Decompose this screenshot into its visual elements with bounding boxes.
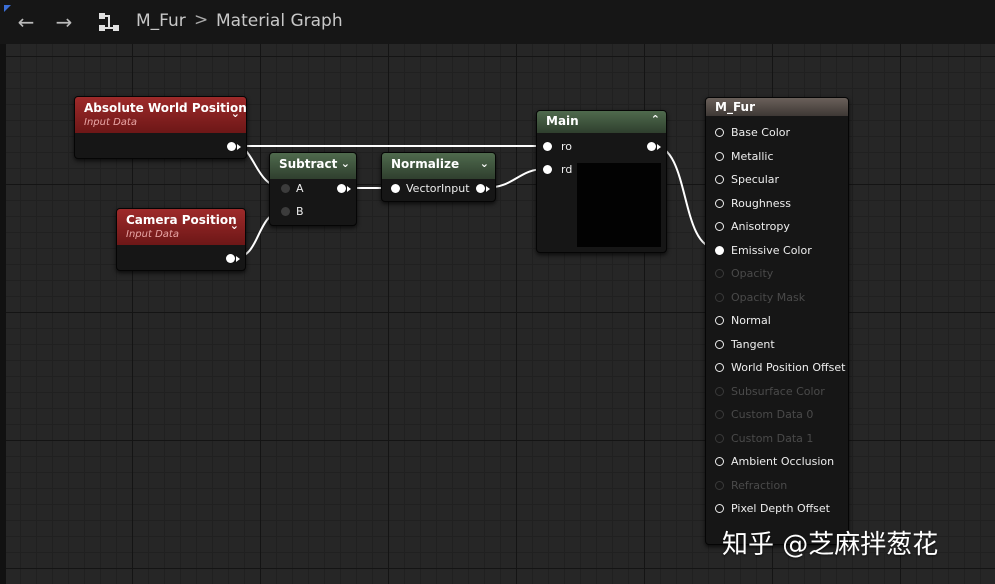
result-pin-label: Emissive Color xyxy=(731,243,812,257)
input-pin-ro[interactable] xyxy=(543,142,552,151)
result-input-pin[interactable] xyxy=(715,198,724,208)
pin-label-a: A xyxy=(296,182,304,195)
node-title: Main xyxy=(546,114,579,128)
node-header: Subtract ⌄ xyxy=(270,153,356,179)
result-pin-label: Tangent xyxy=(731,337,775,351)
node-subtitle: Input Data xyxy=(84,117,137,128)
result-pin-label: Base Color xyxy=(731,126,791,139)
node-main[interactable]: Main ⌃ ro rd xyxy=(536,110,667,253)
result-input-pin[interactable] xyxy=(715,363,724,372)
node-header: M_Fur xyxy=(706,98,848,116)
input-pin-b[interactable] xyxy=(281,207,290,216)
result-input-pin[interactable] xyxy=(715,269,724,278)
input-pin-rd[interactable] xyxy=(543,165,552,174)
result-input-pin[interactable] xyxy=(715,480,724,490)
chevron-down-icon[interactable]: ⌄ xyxy=(230,219,239,232)
output-arrow-icon xyxy=(657,144,661,150)
chevron-down-icon[interactable]: ⌄ xyxy=(480,157,489,170)
result-pin-label: World Position Offset xyxy=(731,361,846,374)
result-input-pin[interactable] xyxy=(715,222,724,231)
result-input-pin[interactable] xyxy=(715,433,724,443)
result-pin-label: Subsurface Color xyxy=(731,384,825,398)
graph-icon xyxy=(99,13,119,31)
result-input-pin[interactable] xyxy=(715,292,724,302)
result-input-pin[interactable] xyxy=(715,457,724,466)
node-title: Normalize xyxy=(391,157,460,171)
node-camera-position[interactable]: Camera Position Input Data ⌄ xyxy=(116,208,246,271)
arrow-right-icon[interactable]: → xyxy=(52,10,76,34)
result-pin-label: Roughness xyxy=(731,196,792,210)
input-pin-vectorinput[interactable] xyxy=(391,184,400,193)
arrow-left-icon[interactable]: ← xyxy=(14,10,38,34)
output-pin[interactable] xyxy=(476,184,485,193)
result-pin-label: Specular xyxy=(731,173,780,186)
result-pin-label: Metallic xyxy=(731,149,774,163)
output-arrow-icon xyxy=(237,144,241,150)
output-pin[interactable] xyxy=(647,142,656,151)
output-arrow-icon xyxy=(236,256,240,262)
result-input-pin[interactable] xyxy=(715,151,724,161)
result-input-pin[interactable] xyxy=(715,339,724,349)
result-input-pin[interactable] xyxy=(715,128,724,137)
output-pin[interactable] xyxy=(226,254,235,263)
node-subtract[interactable]: Subtract ⌄ A B xyxy=(269,152,357,226)
output-pin[interactable] xyxy=(337,184,346,193)
node-header: Main ⌃ xyxy=(537,111,666,133)
node-m-fur-result[interactable]: M_Fur Base Color Metallic Specular Roughnes… xyxy=(705,97,849,545)
result-pin-label: Anisotropy xyxy=(731,220,790,233)
preview-thumbnail xyxy=(577,163,661,247)
output-pin[interactable] xyxy=(227,142,236,151)
result-pin-label: Custom Data 0 xyxy=(731,408,814,421)
node-title: Subtract xyxy=(279,157,338,171)
pin-label-vectorinput: VectorInput xyxy=(406,182,470,195)
chevron-up-icon[interactable]: ⌃ xyxy=(651,113,660,126)
top-toolbar: ← → M_Fur > Material Graph xyxy=(0,0,995,45)
result-pin-label: Pixel Depth Offset xyxy=(731,502,830,515)
node-absolute-world-position[interactable]: Absolute World Position Input Data ⌄ xyxy=(74,96,247,159)
chevron-down-icon[interactable]: ⌄ xyxy=(231,107,240,120)
pin-label-b: B xyxy=(296,205,304,218)
node-title: Absolute World Position xyxy=(84,101,247,115)
result-input-pin[interactable] xyxy=(715,410,724,419)
pin-label-rd: rd xyxy=(561,163,573,176)
input-pin-a[interactable] xyxy=(281,184,290,193)
node-header: Absolute World Position Input Data ⌄ xyxy=(75,97,247,133)
result-input-pin[interactable] xyxy=(715,316,724,325)
result-input-pin[interactable] xyxy=(715,175,724,184)
chevron-down-icon[interactable]: ⌄ xyxy=(341,157,350,170)
node-header: Camera Position Input Data ⌄ xyxy=(117,209,245,245)
result-input-pin[interactable] xyxy=(715,245,724,255)
output-arrow-icon xyxy=(347,186,351,192)
node-subtitle: Input Data xyxy=(126,229,179,240)
node-header: Normalize ⌄ xyxy=(382,153,495,179)
breadcrumb-section: Material Graph xyxy=(216,11,343,31)
pin-label-ro: ro xyxy=(561,140,573,153)
result-pin-label: Opacity Mask xyxy=(731,290,806,304)
watermark: 知乎 @芝麻拌葱花 xyxy=(722,530,939,560)
result-pin-label: Refraction xyxy=(731,478,788,492)
result-pin-label: Custom Data 1 xyxy=(731,431,814,445)
result-pin-label: Normal xyxy=(731,314,771,327)
result-pin-label: Opacity xyxy=(731,267,774,280)
breadcrumb-asset[interactable]: M_Fur xyxy=(136,11,186,31)
output-arrow-icon xyxy=(486,186,490,192)
breadcrumb-separator: > xyxy=(194,10,209,30)
corner-indicator xyxy=(4,5,11,12)
result-input-pin[interactable] xyxy=(715,386,724,396)
node-title: M_Fur xyxy=(715,100,756,114)
node-normalize[interactable]: Normalize ⌄ VectorInput xyxy=(381,152,496,202)
result-pin-label: Ambient Occlusion xyxy=(731,455,835,468)
node-title: Camera Position xyxy=(126,213,237,227)
result-input-pin[interactable] xyxy=(715,504,724,513)
